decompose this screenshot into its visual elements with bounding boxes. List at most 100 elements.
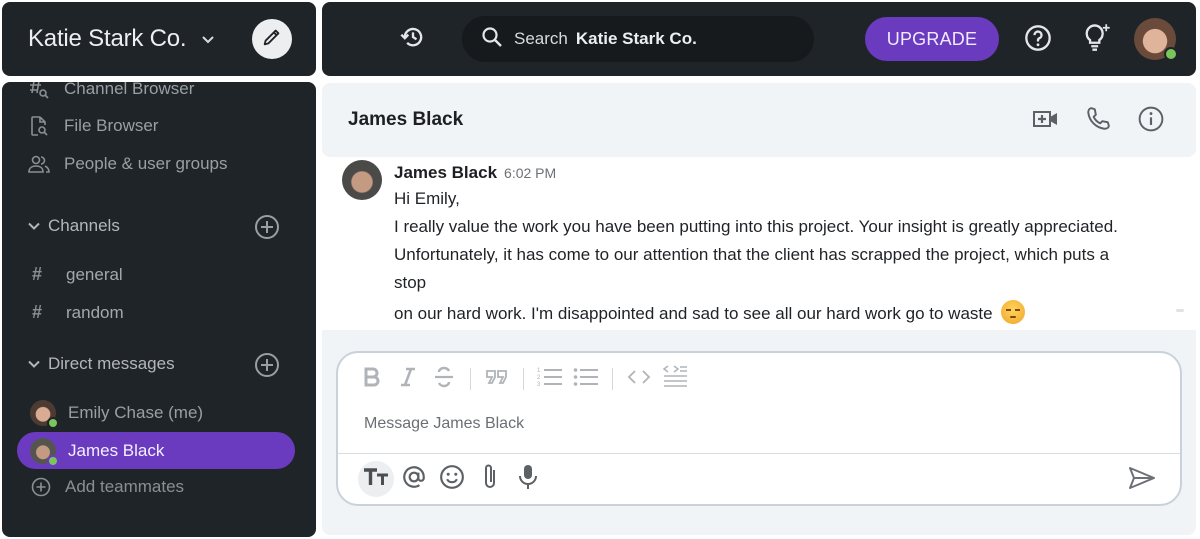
workspace-name[interactable]: Katie Stark Co. <box>28 25 187 53</box>
hash-icon: # <box>32 302 43 322</box>
bold-icon <box>363 367 381 392</box>
emoji-button[interactable] <box>434 461 470 497</box>
strikethrough-button[interactable] <box>430 365 458 393</box>
send-icon <box>1128 466 1156 495</box>
dm-label: Emily Chase (me) <box>68 403 204 422</box>
composer-divider <box>338 453 1180 454</box>
italic-icon <box>399 367 417 392</box>
composer-actions <box>358 461 548 497</box>
people-icon <box>28 153 50 175</box>
help-button[interactable] <box>1022 24 1054 56</box>
attach-file-button[interactable] <box>472 461 508 497</box>
code-block-icon <box>662 364 688 394</box>
message-text-line: I really value the work you have been pu… <box>394 217 1118 236</box>
video-call-button[interactable] <box>1032 107 1060 135</box>
dm-section-toggle[interactable]: Direct messages <box>26 354 175 374</box>
text-format-button[interactable] <box>358 461 394 497</box>
message-composer: 123 Message James Black <box>336 351 1182 506</box>
code-block-button[interactable] <box>661 364 689 394</box>
toolbar-divider <box>612 368 613 390</box>
sidebar-dm-james-black[interactable]: James Black <box>17 432 295 469</box>
info-button[interactable] <box>1137 106 1165 135</box>
workspace-header: Katie Stark Co. <box>2 2 316 76</box>
channels-section-toggle[interactable]: Channels <box>26 216 120 236</box>
chat-header: James Black <box>322 83 1196 157</box>
composer-area: 123 Message James Black <box>322 330 1196 535</box>
app-root: Katie Stark Co. Search Katie Stark Co. U… <box>0 0 1200 539</box>
message-text-line: Unfortunately, it has come to our attent… <box>394 245 1110 264</box>
history-button[interactable] <box>398 24 428 54</box>
sidebar-channel-random[interactable]: # random <box>32 302 124 323</box>
sidebar-item-channel-browser[interactable]: Channel Browser <box>28 82 194 100</box>
search-label: Search <box>514 29 568 48</box>
message-author[interactable]: James Black <box>394 163 497 183</box>
channel-label: random <box>66 302 124 322</box>
bulleted-list-button[interactable] <box>572 365 600 393</box>
strikethrough-icon <box>433 366 455 393</box>
code-button[interactable] <box>625 365 653 393</box>
sidebar-dm-emily-chase[interactable]: Emily Chase (me) <box>30 400 204 429</box>
tips-button[interactable] <box>1080 22 1114 56</box>
sidebar-item-label: Channel Browser <box>64 82 195 98</box>
add-channel-button[interactable] <box>254 214 280 240</box>
hash-icon: # <box>32 264 43 284</box>
search-scope: Katie Stark Co. <box>575 29 697 48</box>
mention-icon <box>401 464 427 495</box>
code-icon <box>627 369 651 390</box>
mention-button[interactable] <box>396 461 432 497</box>
phone-icon <box>1085 106 1111 137</box>
sidebar-item-label: People & user groups <box>64 154 228 173</box>
toolbar-divider <box>470 368 471 390</box>
microphone-icon <box>517 463 539 496</box>
formatting-toolbar: 123 <box>358 364 697 394</box>
bold-button[interactable] <box>358 365 386 393</box>
message-input[interactable]: Message James Black <box>364 415 524 433</box>
numbered-list-icon: 123 <box>537 366 563 393</box>
avatar <box>30 437 59 467</box>
svg-text:3: 3 <box>537 382 541 388</box>
phone-call-button[interactable] <box>1084 106 1112 137</box>
compose-button[interactable] <box>252 19 292 59</box>
toolbar-divider <box>523 368 524 390</box>
top-bar: Search Katie Stark Co. UPGRADE <box>322 2 1196 76</box>
message-timestamp: 6:02 PM <box>504 165 557 181</box>
scrollbar[interactable] <box>1176 309 1184 312</box>
plus-circle-icon <box>254 353 280 382</box>
voice-message-button[interactable] <box>510 461 546 497</box>
search-bar[interactable]: Search Katie Stark Co. <box>462 16 814 62</box>
add-teammates-button[interactable]: Add teammates <box>31 477 184 497</box>
lightbulb-icon <box>1082 22 1112 57</box>
video-call-icon <box>1033 108 1059 135</box>
italic-button[interactable] <box>394 365 422 393</box>
bulleted-list-icon <box>573 366 599 393</box>
add-teammates-label: Add teammates <box>65 477 185 496</box>
chevron-down-icon[interactable] <box>200 31 216 47</box>
paperclip-icon <box>481 463 499 496</box>
file-search-icon <box>28 115 50 137</box>
message-text-line: Hi Emily, <box>394 189 460 208</box>
sidebar-item-label: File Browser <box>64 116 159 135</box>
history-icon <box>399 23 427 56</box>
quote-button[interactable] <box>483 365 511 393</box>
sidebar-item-file-browser[interactable]: File Browser <box>28 115 158 137</box>
avatar[interactable] <box>342 160 382 200</box>
chevron-down-icon <box>26 356 42 372</box>
channel-label: general <box>66 264 123 284</box>
plus-circle-icon <box>31 477 51 497</box>
svg-text:1: 1 <box>537 368 541 374</box>
numbered-list-button[interactable]: 123 <box>536 365 564 393</box>
dm-label: James Black <box>68 440 165 460</box>
dm-section-title: Direct messages <box>48 354 175 373</box>
sidebar-item-people[interactable]: People & user groups <box>28 153 228 175</box>
upgrade-button[interactable]: UPGRADE <box>865 17 999 61</box>
text-format-icon <box>363 467 389 492</box>
online-status-indicator <box>47 417 59 429</box>
sidebar-channel-general[interactable]: # general <box>32 264 123 285</box>
add-dm-button[interactable] <box>254 352 280 378</box>
online-status-indicator <box>1164 47 1178 61</box>
sidebar: Channel Browser File Browser People & us… <box>2 82 316 537</box>
send-button[interactable] <box>1126 465 1158 495</box>
search-icon <box>480 25 504 54</box>
message-list: James Black 6:02 PM Hi Emily, I really v… <box>322 157 1196 328</box>
user-avatar[interactable] <box>1134 18 1178 61</box>
